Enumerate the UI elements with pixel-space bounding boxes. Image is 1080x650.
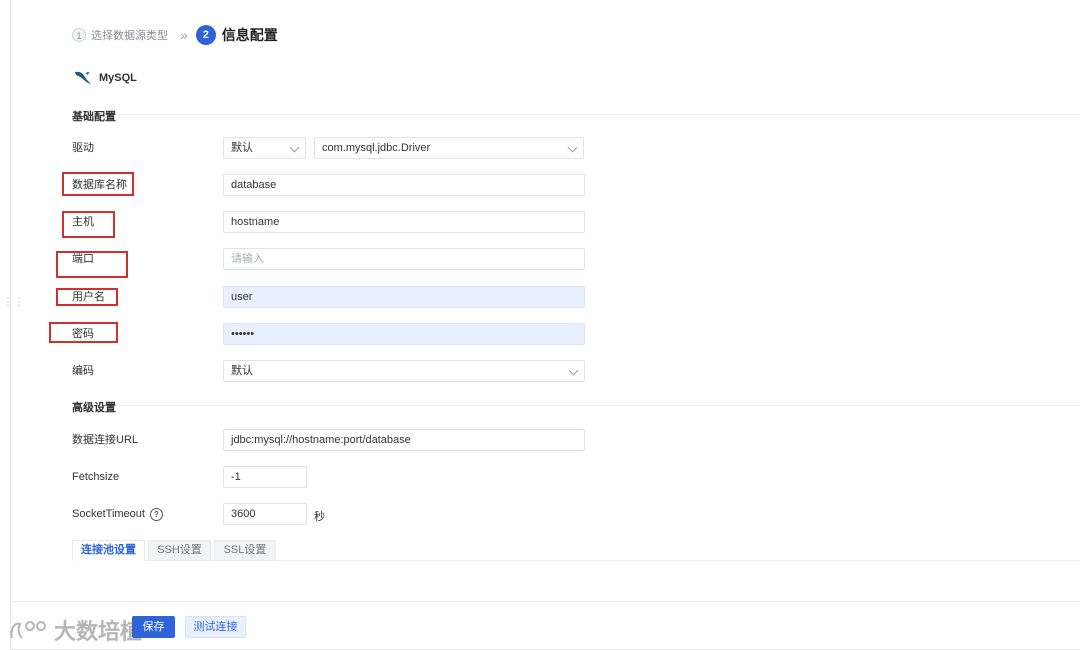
double-chevron-right-icon: » <box>180 27 188 43</box>
host-label: 主机 <box>72 216 94 228</box>
driver-type-value: 默认 <box>231 142 253 154</box>
socket-timeout-value: 3600 <box>231 508 256 520</box>
database-label: 数据库名称 <box>72 179 127 191</box>
port-placeholder: 请输入 <box>231 253 264 265</box>
url-value: jdbc:mysql://hostname:port/database <box>231 434 411 446</box>
username-label: 用户名 <box>72 291 105 303</box>
driver-type-select[interactable]: 默认 <box>223 137 306 159</box>
url-input[interactable]: jdbc:mysql://hostname:port/database <box>223 429 585 451</box>
watermark-text: 大数培植 <box>54 620 143 645</box>
watermark: 大数培植 <box>8 614 142 646</box>
socket-timeout-label: SocketTimeout <box>72 508 145 520</box>
driver-label: 驱动 <box>72 142 94 154</box>
host-input[interactable]: hostname <box>223 211 585 233</box>
username-value: user <box>231 291 253 303</box>
chevron-down-icon <box>567 142 578 153</box>
database-input[interactable]: database <box>223 174 585 196</box>
password-label: 密码 <box>72 328 94 340</box>
step-2-label: 信息配置 <box>221 27 278 43</box>
step-1-label[interactable]: 选择数据源类型 <box>91 27 168 43</box>
section-basic-title: 基础配置 <box>72 111 116 123</box>
fetchsize-value: -1 <box>231 471 241 483</box>
step-indicator: 1 选择数据源类型 » 2 信息配置 <box>72 24 278 46</box>
watermark-logo-icon <box>10 621 46 639</box>
mysql-dolphin-icon <box>75 71 91 84</box>
port-label: 端口 <box>72 253 94 265</box>
fetchsize-label: Fetchsize <box>72 471 120 483</box>
test-connection-button[interactable]: 测试连接 <box>185 616 246 638</box>
step-2-number: 2 <box>195 25 216 45</box>
footer-divider <box>10 601 1080 602</box>
divider <box>118 114 1080 115</box>
url-label: 数据连接URL <box>72 434 139 446</box>
username-input[interactable]: user <box>223 286 585 308</box>
socket-timeout-label-row: SocketTimeout? <box>72 507 163 521</box>
host-value: hostname <box>231 216 280 228</box>
encoding-select[interactable]: 默认 <box>223 360 585 382</box>
encoding-value: 默认 <box>231 365 253 377</box>
drag-handle-icon[interactable]: ⋮⋮ <box>3 298 24 318</box>
driver-class-select[interactable]: com.mysql.jdbc.Driver <box>314 137 584 159</box>
chevron-down-icon <box>568 365 579 376</box>
port-input[interactable]: 请输入 <box>223 248 585 270</box>
password-value: •••••• <box>231 328 255 340</box>
chevron-down-icon <box>289 142 300 153</box>
section-advanced-title: 高级设置 <box>72 402 116 414</box>
divider <box>118 405 1080 406</box>
help-icon[interactable]: ? <box>149 507 163 521</box>
database-value: database <box>231 179 277 191</box>
tab-ssh[interactable]: SSH设置 <box>148 540 211 561</box>
datasource-header: MySQL <box>74 70 137 86</box>
fetchsize-input[interactable]: -1 <box>223 466 307 488</box>
socket-timeout-unit: 秒 <box>314 511 325 523</box>
datasource-name: MySQL <box>99 72 137 84</box>
tab-connection-pool[interactable]: 连接池设置 <box>72 540 145 561</box>
password-input[interactable]: •••••• <box>223 323 585 345</box>
step-1-number: 1 <box>72 28 86 42</box>
tab-ssl[interactable]: SSL设置 <box>214 540 276 561</box>
save-button[interactable]: 保存 <box>132 616 175 638</box>
socket-timeout-input[interactable]: 3600 <box>223 503 307 525</box>
driver-class-value: com.mysql.jdbc.Driver <box>322 142 431 154</box>
encoding-label: 编码 <box>72 365 94 377</box>
